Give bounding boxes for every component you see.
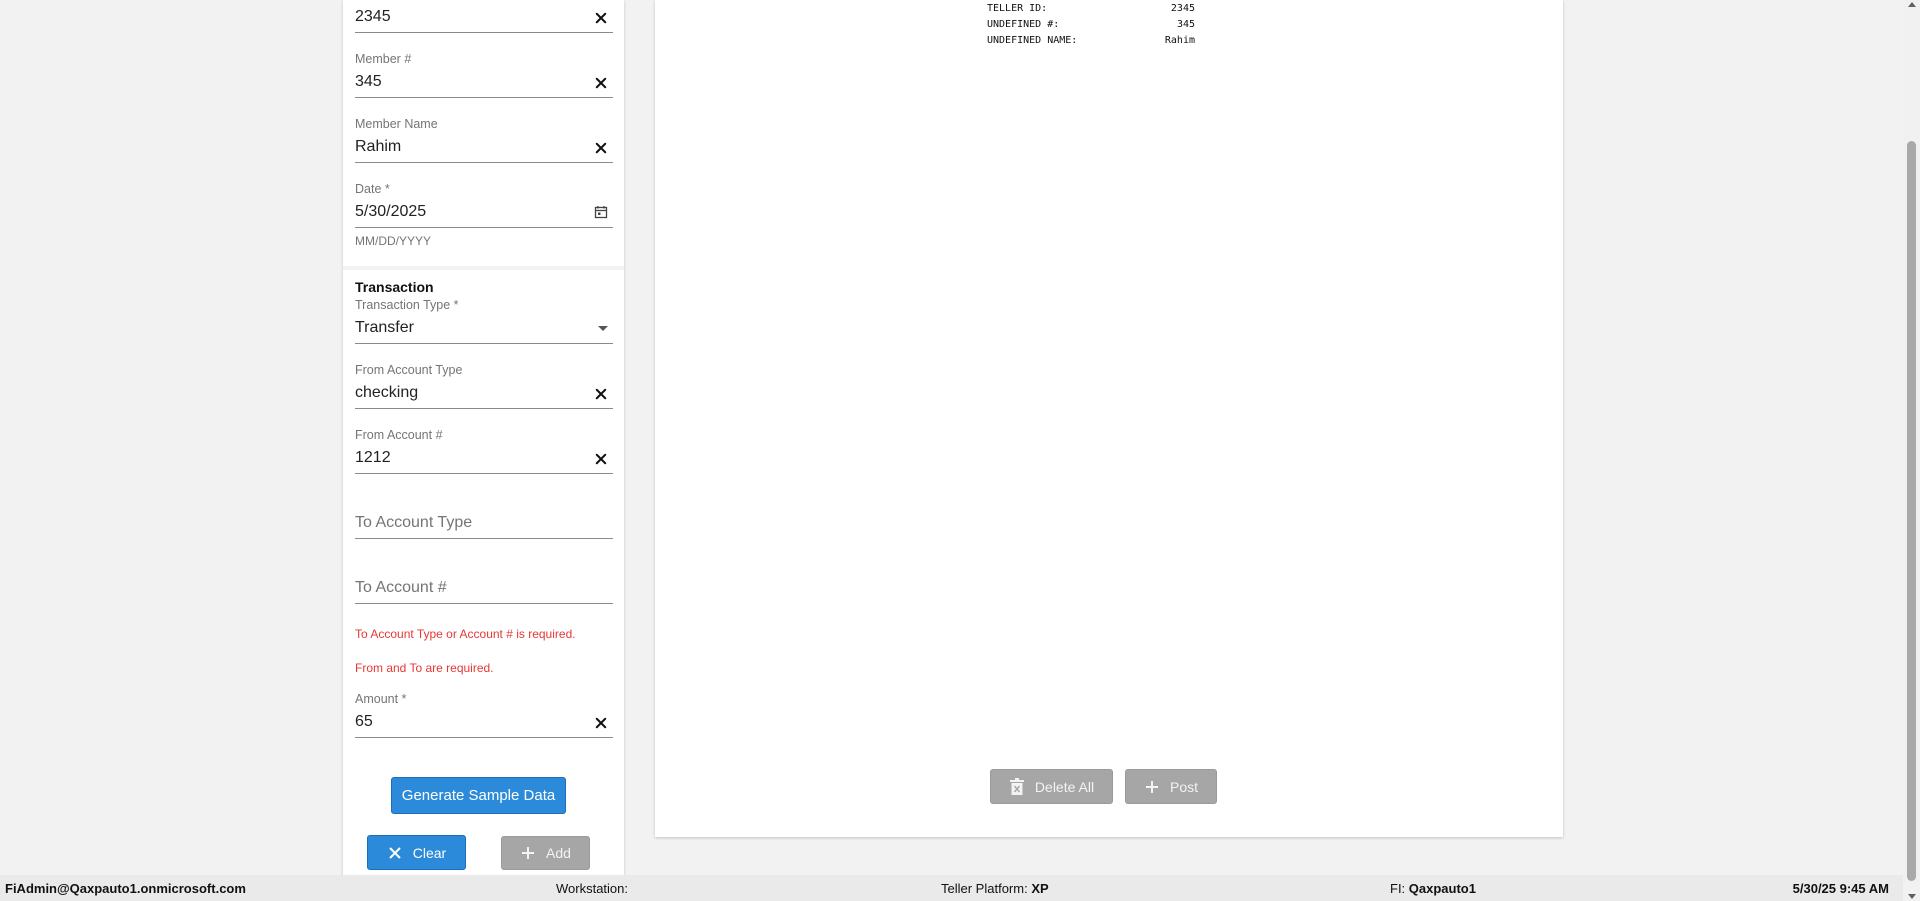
add-label: Add: [546, 845, 571, 861]
member-name-value: Rahim: [355, 138, 402, 155]
teller-id-value: 2345: [355, 8, 391, 25]
delete-all-label: Delete All: [1034, 778, 1095, 795]
receipt-row: TELLER ID: 2345: [987, 3, 1195, 14]
status-datetime: 5/30/25 9:45 AM: [1792, 881, 1889, 896]
receipt-preview-panel: [655, 0, 1563, 837]
fi-label: FI:: [1390, 881, 1406, 896]
page-scrollbar[interactable]: [1903, 0, 1920, 901]
scrollbar-thumb[interactable]: [1907, 141, 1916, 881]
member-number-label: Member #: [355, 52, 412, 66]
workstation-label: Workstation:: [556, 881, 629, 896]
clear-button[interactable]: Clear: [367, 835, 466, 870]
receipt-row: UNDEFINED #: 345: [987, 19, 1195, 30]
clear-label: Clear: [412, 844, 447, 861]
close-icon: [389, 846, 401, 859]
transaction-type-select[interactable]: Transaction Type * Transfer: [355, 296, 613, 344]
generate-sample-data-button[interactable]: Generate Sample Data: [391, 777, 566, 814]
from-account-type-label: From Account Type: [355, 363, 463, 377]
field-underline: [355, 32, 613, 33]
field-underline: [355, 603, 613, 604]
status-workstation: Workstation:: [556, 881, 628, 896]
to-account-number-placeholder: To Account #: [355, 579, 447, 596]
date-format-hint: MM/DD/YYYY: [355, 234, 432, 248]
clear-icon[interactable]: [594, 387, 608, 401]
to-account-number-field[interactable]: To Account #: [355, 556, 613, 604]
receipt-row-value: Rahim: [1164, 35, 1195, 46]
field-underline: [355, 408, 613, 409]
teller-platform-value: XP: [1031, 881, 1049, 896]
from-account-number-field[interactable]: From Account # 1212: [355, 426, 613, 474]
transaction-type-label: Transaction Type *: [355, 298, 459, 312]
transaction-section-title: Transaction: [355, 279, 434, 295]
member-name-label: Member Name: [355, 117, 438, 131]
plus-icon: [1145, 780, 1158, 793]
field-underline: [355, 162, 613, 163]
to-account-required-error: To Account Type or Account # is required…: [355, 627, 576, 641]
fi-value: Qaxpauto1: [1408, 881, 1476, 896]
transaction-type-value: Transfer: [355, 319, 414, 336]
to-account-type-placeholder: To Account Type: [355, 514, 473, 531]
calendar-icon[interactable]: [594, 205, 608, 219]
status-teller-platform: Teller Platform: XP: [941, 881, 1049, 896]
plus-icon: [522, 847, 535, 859]
from-account-type-field[interactable]: From Account Type checking: [355, 361, 613, 409]
clear-icon[interactable]: [594, 141, 608, 155]
date-field[interactable]: Date * 5/30/2025: [355, 180, 613, 228]
receipt-row-value: 2345: [1170, 3, 1195, 14]
from-account-type-value: checking: [355, 384, 419, 401]
member-number-field[interactable]: Member # 345: [355, 50, 613, 98]
clear-icon[interactable]: [594, 76, 608, 90]
trash-icon: [1009, 777, 1024, 795]
date-label: Date *: [355, 182, 390, 196]
teller-platform-label: Teller Platform:: [941, 881, 1028, 896]
field-underline: [355, 97, 613, 98]
date-value: 5/30/2025: [355, 203, 427, 220]
chevron-down-icon[interactable]: [598, 326, 608, 331]
status-fi: FI: Qaxpauto1: [1390, 881, 1476, 896]
status-bar: FiAdmin@Qaxpauto1.onmicrosoft.com Workst…: [0, 875, 1903, 901]
field-underline: [355, 473, 613, 474]
amount-field[interactable]: Amount * 65: [355, 690, 613, 738]
amount-label: Amount *: [355, 692, 407, 706]
to-account-type-field[interactable]: To Account Type: [355, 491, 613, 539]
clear-icon[interactable]: [594, 11, 608, 25]
field-underline: [355, 538, 613, 539]
add-button[interactable]: Add: [501, 836, 590, 870]
teller-id-field[interactable]: 2345: [355, 0, 613, 34]
post-label: Post: [1169, 778, 1198, 795]
member-name-field[interactable]: Member Name Rahim: [355, 115, 613, 163]
scroll-down-arrow-icon[interactable]: [1908, 894, 1916, 899]
member-number-value: 345: [355, 73, 382, 90]
receipt-row-key: TELLER ID:: [987, 3, 1048, 14]
amount-value: 65: [355, 713, 373, 730]
receipt-row: UNDEFINED NAME: Rahim: [987, 35, 1195, 46]
receipt-row-key: UNDEFINED NAME:: [987, 35, 1078, 46]
card-separator: [343, 266, 624, 270]
receipt-row-key: UNDEFINED #:: [987, 19, 1060, 30]
from-account-number-value: 1212: [355, 449, 391, 466]
clear-icon[interactable]: [594, 716, 608, 730]
generate-sample-data-label: Generate Sample Data: [401, 787, 556, 804]
scroll-up-arrow-icon[interactable]: [1908, 2, 1916, 7]
receipt-row-value: 345: [1176, 19, 1195, 30]
post-button[interactable]: Post: [1125, 769, 1217, 804]
from-account-number-label: From Account #: [355, 428, 443, 442]
field-underline: [355, 737, 613, 738]
field-underline: [355, 227, 613, 228]
field-underline: [355, 343, 613, 344]
clear-icon[interactable]: [594, 452, 608, 466]
status-user: FiAdmin@Qaxpauto1.onmicrosoft.com: [5, 881, 246, 896]
from-to-required-error: From and To are required.: [355, 661, 494, 675]
delete-all-button[interactable]: Delete All: [990, 769, 1113, 804]
